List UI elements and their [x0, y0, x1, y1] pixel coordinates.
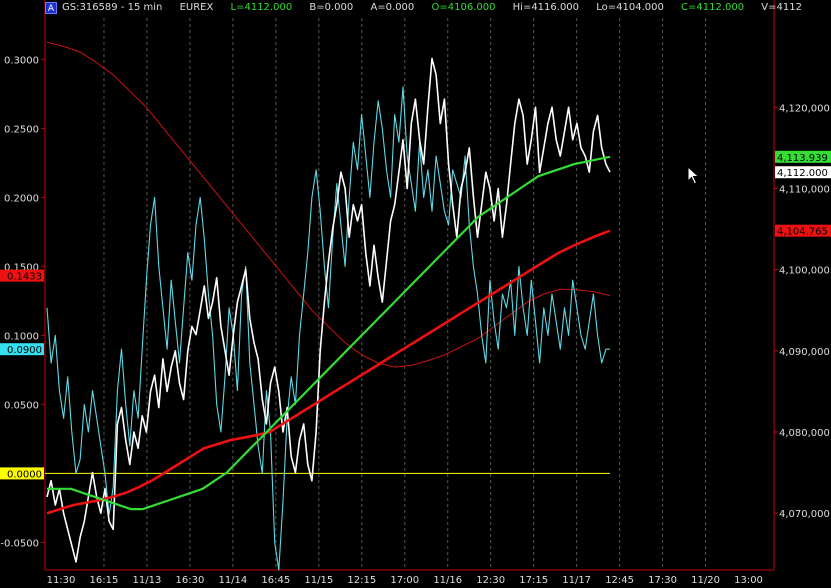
- x-tick-label: 13:00: [734, 575, 763, 586]
- right-value-marker-label: 4,113.939: [777, 153, 828, 164]
- x-tick-label: 12:15: [347, 575, 376, 586]
- x-tick-label: 16:15: [90, 575, 119, 586]
- x-tick-label: 16:30: [175, 575, 204, 586]
- left-value-marker-label: 0.1433: [7, 272, 42, 283]
- x-axis-labels: 11:30 16:15 11/13 16:30 11/14 16:45 11/15 12:15…: [47, 575, 763, 586]
- right-tick-label: 4,080,000: [779, 428, 830, 439]
- right-value-marker-label: 4,112.000: [777, 168, 828, 179]
- right-tick-label: 4,120,000: [779, 103, 830, 114]
- series-line: [46, 57, 611, 563]
- last-price: L=4112.000: [230, 2, 293, 13]
- price-chart[interactable]: 0.30000.25000.20000.15000.10000.0500-0.0…: [0, 0, 831, 588]
- x-tick-label: 11/14: [218, 575, 247, 586]
- right-axis-ticks: 4,120,000 4,110,000 4,100,000 4,090,000 4,08…: [774, 103, 830, 520]
- right-tick-label: 4,110,000: [779, 184, 830, 195]
- right-tick-label: 4,100,000: [779, 266, 830, 277]
- series-line: [46, 86, 610, 571]
- x-tick-label: 11/13: [133, 575, 162, 586]
- x-tick-label: 17:30: [648, 575, 677, 586]
- low-price: Lo=4104.000: [596, 2, 664, 13]
- open-price: O=4106.000: [431, 2, 496, 13]
- symbol-label: GS:316589 - 15 min: [62, 2, 163, 13]
- volume-label: V=4112: [761, 2, 802, 13]
- x-tick-label: 17:00: [390, 575, 419, 586]
- exchange-label: EUREX: [179, 2, 214, 13]
- chart-tag-badge[interactable]: A: [45, 2, 57, 14]
- high-price: Hi=4116.000: [512, 2, 580, 13]
- series-line: [46, 229, 611, 515]
- x-tick-label: 11/15: [304, 575, 333, 586]
- right-tick-label: 4,070,000: [779, 509, 830, 520]
- left-value-marker-label: 0.0000: [7, 469, 42, 480]
- close-price: C=4112.000: [681, 2, 745, 13]
- left-tick-label: -0.0500: [0, 538, 39, 549]
- x-tick-label: 11/17: [562, 575, 591, 586]
- series-layer: [45, 41, 611, 571]
- right-tick-label: 4,090,000: [779, 347, 830, 358]
- left-value-marker-label: 0.0900: [7, 345, 42, 356]
- chart-grid: [103, 18, 707, 570]
- left-tick-label: 0.3000: [4, 55, 39, 66]
- right-value-marker-label: 4,104.765: [777, 227, 828, 238]
- series-line: [46, 41, 611, 368]
- bid-price: B=0.000: [309, 2, 354, 13]
- left-tick-label: 0.0500: [4, 400, 39, 411]
- x-tick-label: 11/20: [691, 575, 720, 586]
- x-tick-label: 16:45: [261, 575, 290, 586]
- x-tick-label: 12:30: [476, 575, 505, 586]
- x-tick-label: 11/16: [433, 575, 462, 586]
- quote-header: GS:316589 - 15 min EUREX L=4112.000 B=0.…: [62, 2, 816, 13]
- x-tick-label: 12:45: [605, 575, 634, 586]
- x-tick-label: 11:30: [47, 575, 76, 586]
- mouse-cursor-icon: [687, 166, 700, 185]
- left-tick-label: 0.2000: [4, 193, 39, 204]
- left-tick-label: 0.1000: [4, 331, 39, 342]
- left-tick-label: 0.2500: [4, 124, 39, 135]
- ask-price: A=0.000: [370, 2, 415, 13]
- x-tick-label: 17:15: [519, 575, 548, 586]
